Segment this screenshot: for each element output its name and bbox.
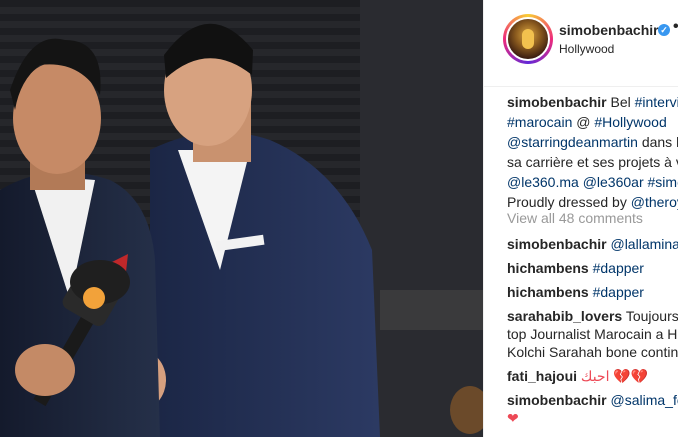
post-header: simobenbachir ✓ • Hollywood (484, 0, 678, 87)
comment-mention[interactable]: @salima_fer (610, 392, 678, 408)
comment: hichambens #dapper (507, 258, 644, 278)
comment: simobenbachir @salima_fer (507, 390, 678, 410)
caption-line: #marocain @ #Hollywood (507, 112, 667, 132)
more-dots-icon[interactable]: • (673, 18, 678, 36)
caption-mention[interactable]: @le360ar (583, 174, 644, 190)
caption-hashtag[interactable]: #simo (648, 174, 678, 190)
avatar-story-ring[interactable] (503, 14, 553, 64)
comment-username[interactable]: simobenbachir (507, 392, 607, 408)
comment: fati_hajoui احبك 💔💔 (507, 366, 648, 386)
header-username[interactable]: simobenbachir (559, 22, 659, 38)
caption-hashtag[interactable]: #Hollywood (594, 114, 666, 130)
comment-hashtag[interactable]: #dapper (593, 260, 644, 276)
avatar[interactable] (506, 17, 550, 61)
comment-hashtag[interactable]: #dapper (593, 284, 644, 300)
comments-section: simobenbachir Bel #intervie #marocain @ … (484, 88, 678, 437)
comment-username[interactable]: sarahabib_lovers (507, 308, 622, 324)
comment-username[interactable]: hichambens (507, 284, 589, 300)
caption-mention[interactable]: @le360.ma (507, 174, 579, 190)
caption-hashtag[interactable]: #marocain (507, 114, 572, 130)
comment-continuation: Kolchi Sarahah bone continu (507, 342, 678, 362)
comment-username[interactable]: hichambens (507, 260, 589, 276)
comment-text: Kolchi Sarahah bone continu (507, 344, 678, 360)
heart-emoji: ❤ (507, 410, 519, 426)
caption-line: @le360.ma @le360ar #simo (507, 172, 678, 192)
comment-username[interactable]: fati_hajoui (507, 368, 577, 384)
post-photo[interactable] (0, 0, 483, 437)
caption-text: dans l (637, 134, 678, 150)
caption-hashtag[interactable]: #intervie (635, 94, 678, 110)
comment-text: top Journalist Marocain a Ho (507, 326, 678, 342)
comment-mention[interactable]: @lallaminala (610, 236, 678, 252)
comment: hichambens #dapper (507, 282, 644, 302)
comment: simobenbachir @lallaminala (507, 234, 678, 254)
comment-username[interactable]: simobenbachir (507, 236, 607, 252)
location-link[interactable]: Hollywood (559, 42, 614, 56)
comment-continuation: ❤ (507, 408, 519, 428)
caption-line: @starringdeanmartin dans l (507, 132, 678, 152)
caption-line: simobenbachir Bel #intervie (507, 92, 678, 112)
caption-line: sa carrière et ses projets à ve (507, 152, 678, 172)
caption-mention[interactable]: @starringdeanmartin (507, 134, 638, 150)
comment-continuation: top Journalist Marocain a Ho (507, 324, 678, 344)
view-all-comments-link[interactable]: View all 48 comments (507, 208, 643, 228)
caption-text: @ (572, 114, 595, 130)
caption-username[interactable]: simobenbachir (507, 94, 607, 110)
caption-text: Bel (610, 94, 635, 110)
comment-text: احبك 💔💔 (580, 368, 649, 384)
verified-badge-icon: ✓ (658, 24, 670, 36)
comment: sarahabib_lovers Toujours a (507, 306, 678, 326)
post-sidebar: simobenbachir ✓ • Hollywood simobenbachi… (483, 0, 678, 437)
caption-text: sa carrière et ses projets à ve (507, 154, 678, 170)
post-image (0, 0, 483, 437)
comment-text: Toujours a (625, 308, 678, 324)
